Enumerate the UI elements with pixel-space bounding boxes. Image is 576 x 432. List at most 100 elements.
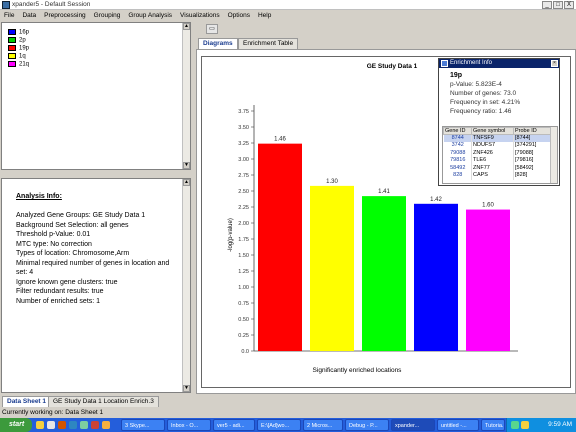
cell-gene-id: 8744 — [443, 134, 472, 142]
popup-title: Enrichment Info — [450, 60, 493, 66]
app-launch-icon[interactable] — [80, 421, 88, 429]
diagram-toolbar: ▭ — [196, 23, 576, 36]
menu-grouping[interactable]: Grouping — [94, 10, 121, 21]
task-skype[interactable]: 3 Skype... — [121, 419, 165, 431]
analysis-line: Minimal required number of genes in loca… — [16, 259, 170, 277]
window-title: xpander5 - Default Session — [12, 1, 91, 8]
minimize-button[interactable]: _ — [542, 1, 552, 9]
table-row[interactable]: 828 CAPS [828] — [443, 172, 551, 180]
menu-help[interactable]: Help — [258, 10, 271, 21]
app-launch-icon[interactable] — [91, 421, 99, 429]
task-tutorial[interactable]: Tutoria... — [481, 419, 505, 431]
menu-visualizations[interactable]: Visualizations — [180, 10, 220, 21]
analysis-lines: Analyzed Gene Groups: GE Study Data 1 Ba… — [16, 211, 178, 306]
y-tick-label: 3.25 — [238, 141, 249, 147]
table-row[interactable]: 79088 ZNF426 [79088] — [443, 149, 551, 157]
browser-icon[interactable] — [47, 421, 55, 429]
table-row[interactable]: 58492 ZNF77 [58492] — [443, 164, 551, 172]
scroll-down-arrow[interactable]: ▼ — [183, 385, 190, 392]
task-ver5[interactable]: ver5 - adi... — [213, 419, 255, 431]
bar-1q[interactable] — [310, 185, 354, 351]
legend-swatch — [8, 37, 16, 43]
bar-19p[interactable] — [258, 143, 302, 351]
bar-data-label: 1.30 — [326, 179, 338, 185]
table-row[interactable]: 79816 TLE6 [79816] — [443, 157, 551, 165]
bar-data-label: 1.60 — [482, 203, 494, 209]
panel-splitter[interactable] — [1, 171, 191, 177]
start-button[interactable]: start — [0, 418, 32, 432]
cell-gene-id: 79088 — [443, 149, 472, 157]
view-tabs: Diagrams Enrichment Table — [196, 38, 576, 49]
legend-label: 1q — [19, 53, 26, 60]
bar-data-label: 1.46 — [274, 137, 286, 143]
task-debug[interactable]: Debug - P... — [345, 419, 389, 431]
y-tick-label: 2.00 — [238, 221, 249, 227]
y-tick-label: 2.50 — [238, 189, 249, 195]
bar-21q[interactable] — [466, 209, 510, 351]
analysis-line: Number of enriched sets: 1 — [16, 297, 101, 305]
enrichment-info-popup: Enrichment Info × 19p p-Value: 5.823E-4 … — [438, 58, 560, 186]
task-inbox[interactable]: Inbox - O... — [167, 419, 211, 431]
scroll-down-arrow[interactable]: ▼ — [183, 162, 190, 169]
table-row[interactable]: 8744 TNFSF9 [8744] — [443, 134, 551, 142]
y-tick-label: 3.50 — [238, 125, 249, 131]
column-header-gene-id[interactable]: Gene ID — [443, 127, 472, 135]
y-tick-label: 3.75 — [238, 109, 249, 115]
task-explorer[interactable]: E:\[Ad]wo... — [257, 419, 301, 431]
menu-file[interactable]: File — [4, 10, 14, 21]
cell-gene-id: 3742 — [443, 142, 472, 150]
legend-label: 19p — [19, 45, 30, 52]
menu-preprocessing[interactable]: Preprocessing — [44, 10, 86, 21]
tab-data-sheet-1[interactable]: Data Sheet 1 — [2, 396, 52, 407]
legend-item: 1q — [8, 53, 26, 60]
print-icon[interactable]: ▭ — [206, 24, 218, 34]
tray-volume-icon[interactable] — [521, 421, 529, 429]
tab-diagrams[interactable]: Diagrams — [198, 38, 238, 49]
scroll-up-arrow[interactable]: ▲ — [183, 23, 190, 30]
legend-item: 16p — [8, 29, 29, 36]
system-tray: 9:59 AM — [506, 418, 576, 432]
legend-item: 21q — [8, 61, 29, 68]
legend-scrollbar[interactable]: ▲ ▼ — [182, 23, 190, 169]
chart-y-axis-label: -log(p-value) — [228, 218, 234, 252]
tray-network-icon[interactable] — [511, 421, 519, 429]
popup-title-bar: Enrichment Info × — [439, 59, 559, 68]
maximize-button[interactable]: □ — [553, 1, 563, 9]
enrichment-freq-ratio: Frequency ratio: 1.46 — [450, 108, 512, 115]
close-button[interactable]: X — [564, 1, 574, 9]
column-header-probe-id[interactable]: Probe ID — [513, 127, 551, 135]
legend-panel: 16p 2p 19p 1q 21q ▲ ▼ — [1, 22, 191, 170]
table-row[interactable]: 3742 NDUFS7 [374291] — [443, 142, 551, 150]
cell-gene-id: 828 — [443, 172, 472, 180]
y-tick-label: 0.50 — [238, 317, 249, 323]
cell-gene-symbol: TNFSF9 — [471, 134, 514, 142]
media-icon[interactable] — [58, 421, 66, 429]
chart-title: GE Study Data 1 — [367, 63, 418, 70]
bar-16p[interactable] — [414, 203, 458, 351]
y-tick-label: 3.00 — [238, 157, 249, 163]
menu-options[interactable]: Options — [228, 10, 250, 21]
scroll-up-arrow[interactable]: ▲ — [183, 179, 190, 186]
task-xpander[interactable]: xpander... — [391, 419, 435, 431]
folder-icon[interactable] — [36, 421, 44, 429]
menu-data[interactable]: Data — [22, 10, 36, 21]
analysis-heading: Analysis Info: — [16, 193, 62, 200]
app-launch-icon[interactable] — [102, 421, 110, 429]
menu-group-analysis[interactable]: Group Analysis — [128, 10, 172, 21]
tab-enrichment-table[interactable]: Enrichment Table — [238, 38, 299, 49]
desktop-icon[interactable] — [69, 421, 77, 429]
tab-location-enrichment[interactable]: GE Study Data 1 Location Enrich.3 — [48, 396, 159, 407]
analysis-line: Filter redundant results: true — [16, 288, 104, 295]
cell-gene-symbol: TLE6 — [471, 157, 514, 165]
clock: 9:59 AM — [548, 421, 572, 428]
column-header-gene-symbol[interactable]: Gene symbol — [471, 127, 514, 135]
cell-gene-symbol: NDUFS7 — [471, 142, 514, 150]
popup-close-icon[interactable]: × — [551, 60, 558, 67]
gene-table-header: Gene ID Gene symbol Probe ID — [443, 127, 551, 135]
cell-gene-symbol: ZNF77 — [471, 164, 514, 172]
bar-2p[interactable] — [362, 196, 406, 351]
task-microsoft[interactable]: 2 Micros... — [303, 419, 343, 431]
analysis-scrollbar[interactable]: ▲ ▼ — [182, 179, 190, 392]
task-untitled[interactable]: untitled -... — [437, 419, 479, 431]
gene-table-scrollbar[interactable] — [550, 127, 557, 183]
